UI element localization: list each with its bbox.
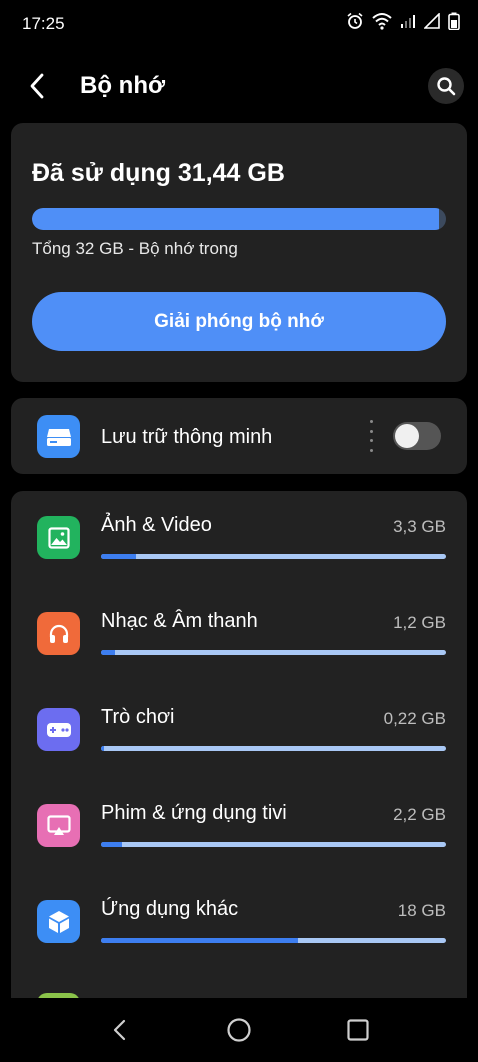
used-storage-title: Đã sử dụng 31,44 GB xyxy=(32,159,285,187)
category-size: 2,2 GB xyxy=(393,805,446,824)
smart-storage-toggle[interactable] xyxy=(393,422,441,450)
category-name: Trò chơi xyxy=(101,706,175,728)
storage-usage-card: Đã sử dụng 31,44 GB Tổng 32 GB - Bộ nhớ … xyxy=(11,123,467,382)
storage-usage-bar xyxy=(32,208,446,230)
status-bar: 17:25 xyxy=(0,0,478,48)
category-name: Phim & ứng dụng tivi xyxy=(101,802,287,824)
category-size: 18 GB xyxy=(397,901,446,920)
navigation-bar xyxy=(0,998,478,1062)
smart-storage-label: Lưu trữ thông minh xyxy=(101,426,273,448)
page-title: Bộ nhớ xyxy=(80,72,166,99)
signal-icon xyxy=(424,13,440,29)
headphones-icon xyxy=(37,612,80,655)
nav-home-button[interactable] xyxy=(223,1014,255,1046)
category-row-other-apps[interactable]: Ứng dụng khác 18 GB xyxy=(11,875,467,971)
category-usage-bar xyxy=(101,650,446,655)
total-storage-label: Tổng 32 GB - Bộ nhớ trong xyxy=(32,239,238,258)
status-time: 17:25 xyxy=(22,14,65,33)
recents-square-icon xyxy=(347,1019,369,1041)
toggle-knob xyxy=(395,424,419,448)
nav-back-button[interactable] xyxy=(103,1014,135,1046)
category-name: Ảnh & Video xyxy=(101,514,212,536)
category-usage-fill xyxy=(101,746,105,751)
category-row-games[interactable]: Trò chơi 0,22 GB xyxy=(11,683,467,779)
category-usage-bar xyxy=(101,554,446,559)
status-icons xyxy=(346,12,460,30)
more-options-icon[interactable] xyxy=(369,420,373,452)
app-bar: Bộ nhớ xyxy=(0,60,478,112)
category-name: Ứng dụng khác xyxy=(101,898,239,920)
category-usage-fill xyxy=(101,554,136,559)
storage-categories-card: Ảnh & Video 3,3 GB Nhạc & Âm thanh 1,2 G… xyxy=(11,491,467,1001)
tv-icon xyxy=(37,804,80,847)
gamepad-icon xyxy=(37,708,80,751)
category-usage-bar xyxy=(101,746,446,751)
nav-recents-button[interactable] xyxy=(342,1014,374,1046)
category-name: Nhạc & Âm thanh xyxy=(101,610,258,632)
category-size: 0,22 GB xyxy=(383,709,446,728)
category-row-music-audio[interactable]: Nhạc & Âm thanh 1,2 GB xyxy=(11,587,467,683)
wifi-icon xyxy=(372,13,392,30)
cube-icon xyxy=(37,900,80,943)
image-icon xyxy=(37,516,80,559)
category-row-photos-videos[interactable]: Ảnh & Video 3,3 GB xyxy=(11,491,467,587)
category-usage-bar xyxy=(101,842,446,847)
back-triangle-icon xyxy=(113,1019,126,1041)
category-row-partial[interactable] xyxy=(11,971,467,1001)
storage-usage-fill xyxy=(32,208,439,230)
battery-icon xyxy=(448,12,460,30)
category-row-movies-tv-apps[interactable]: Phim & ứng dụng tivi 2,2 GB xyxy=(11,779,467,875)
category-size: 3,3 GB xyxy=(393,517,446,536)
category-usage-fill xyxy=(101,650,115,655)
category-usage-bar xyxy=(101,938,446,943)
back-button[interactable] xyxy=(20,68,56,104)
signal-icon xyxy=(401,15,415,28)
drive-icon xyxy=(37,415,80,458)
category-usage-fill xyxy=(101,842,122,847)
category-size: 1,2 GB xyxy=(393,613,446,632)
free-up-storage-button[interactable]: Giải phóng bộ nhớ xyxy=(32,292,446,351)
search-button[interactable] xyxy=(428,68,464,104)
search-icon xyxy=(437,77,456,96)
chevron-left-icon xyxy=(30,73,44,99)
category-usage-fill xyxy=(101,938,298,943)
alarm-icon xyxy=(347,12,363,29)
smart-storage-card[interactable]: Lưu trữ thông minh xyxy=(11,398,467,474)
home-circle-icon xyxy=(227,1018,251,1042)
